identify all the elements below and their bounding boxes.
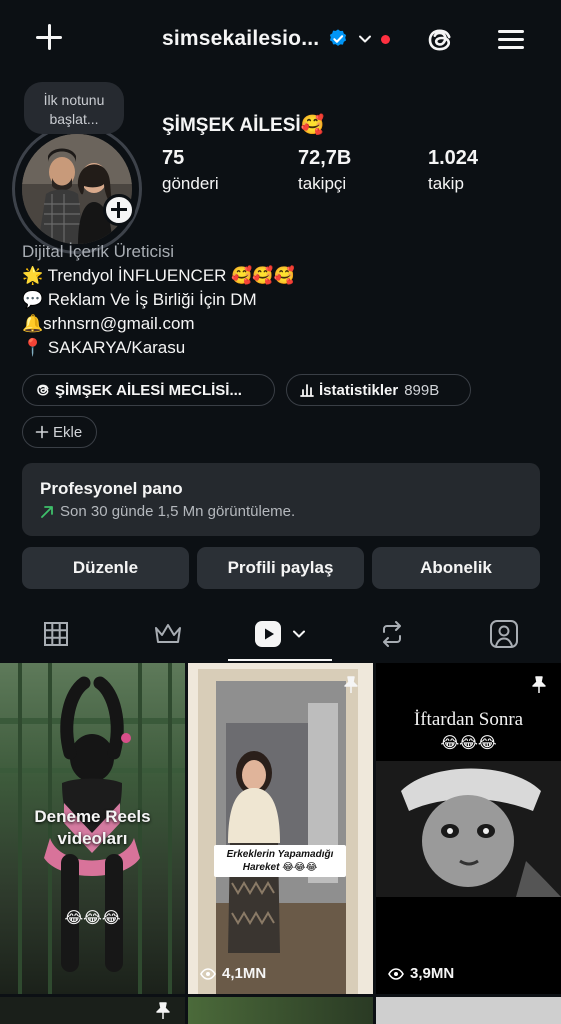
tab-reels[interactable] [224, 606, 336, 662]
note-bubble[interactable]: İlk notunu başlat... [24, 82, 124, 134]
reel-image [188, 663, 373, 994]
reel-thumbnail[interactable]: Erkeklerin Yapamadığı Hareket 😂😂😂 4,1MN [188, 663, 373, 994]
add-label: Ekle [53, 423, 83, 441]
reel-caption: Deneme Reels videoları [34, 807, 151, 848]
tab-reposts[interactable] [336, 606, 448, 662]
threads-link-icon [37, 384, 49, 396]
tab-subscribers[interactable] [112, 606, 224, 662]
stat-label: gönderi [162, 174, 219, 193]
subscription-button[interactable]: Abonelik [372, 547, 540, 589]
pin-icon [156, 1002, 170, 1019]
professional-dashboard[interactable]: Profesyonel pano Son 30 günde 1,5 Mn gör… [22, 463, 540, 536]
stat-value: 1.024 [428, 147, 479, 169]
stat-followers[interactable]: 72,7B takipçi [298, 147, 351, 194]
stat-value: 72,7B [298, 147, 352, 169]
verified-badge-icon [330, 29, 347, 46]
reels-icon [255, 621, 281, 647]
reel-thumbnail[interactable] [376, 997, 561, 1024]
insights-chip[interactable]: İstatistikler 899B [286, 374, 471, 406]
profile-tabs [0, 606, 561, 662]
reel-thumbnail[interactable]: Deneme Reels videoları 😂😂😂 [0, 663, 185, 994]
stat-label: takip [428, 174, 464, 193]
top-bar: simsekailesio... [0, 0, 561, 80]
pro-panel-views: Son 30 günde 1,5 Mn görüntüleme. [60, 503, 296, 520]
crown-icon [155, 624, 181, 643]
chevron-down-icon [359, 35, 372, 43]
reposts-icon [383, 621, 401, 647]
reel-view-count: 3,9MN [410, 965, 455, 982]
stat-label: takipçi [298, 174, 347, 193]
reel-views: 4,1MN [200, 965, 266, 982]
avatar-area: İlk notunu başlat... [12, 82, 147, 254]
plus-small-icon [35, 425, 49, 439]
pin-icon [344, 676, 358, 693]
avatar[interactable] [22, 134, 132, 244]
active-tab-indicator [228, 659, 332, 661]
reel-views: 3,9MN [388, 965, 454, 982]
share-profile-button[interactable]: Profili paylaş [197, 547, 364, 589]
insights-count: 899B [404, 381, 440, 399]
reel-image [376, 761, 561, 897]
username: simsekailesio... [162, 27, 320, 50]
add-chip[interactable]: Ekle [22, 416, 97, 448]
bio-line: 🌟 Trendyol İNFLUENCER 🥰🥰🥰 [22, 266, 295, 285]
threads-link-label: ŞİMŞEK AİLESİ MECLİSİ... [55, 381, 242, 399]
tab-tagged[interactable] [448, 606, 560, 662]
reel-thumbnail[interactable] [188, 997, 373, 1024]
notification-dot [381, 34, 391, 44]
reel-thumbnail[interactable] [0, 997, 185, 1024]
plus-icon[interactable] [34, 22, 66, 54]
reels-grid: Deneme Reels videoları 😂😂😂 Erkeklerin Ya… [0, 663, 561, 1024]
pro-panel-title: Profesyonel pano [40, 479, 183, 498]
grid-icon [44, 622, 68, 646]
eye-icon [388, 967, 404, 980]
tagged-icon [490, 620, 518, 648]
stat-following[interactable]: 1.024 takip [428, 147, 478, 194]
bio-location: 📍 SAKARYA/Karasu [22, 338, 186, 357]
account-switcher[interactable]: simsekailesio... [162, 27, 391, 51]
stat-posts[interactable]: 75 gönderi [162, 147, 219, 194]
reel-caption: İftardan Sonra [413, 709, 524, 730]
threads-icon[interactable] [424, 24, 456, 56]
eye-icon [200, 967, 216, 980]
bio-category: Dijital İçerik Üreticisi [22, 242, 175, 261]
reel-caption: Erkeklerin Yapamadığı Hareket 😂😂😂 [214, 845, 346, 877]
add-story-icon[interactable] [103, 194, 135, 226]
reel-emoji: 😂😂😂 [440, 735, 497, 752]
threads-link-chip[interactable]: ŞİMŞEK AİLESİ MECLİSİ... [22, 374, 275, 406]
reel-emoji: 😂😂😂 [64, 910, 121, 927]
display-name: ŞİMŞEK AİLESİ🥰 [162, 115, 325, 136]
edit-profile-button[interactable]: Düzenle [22, 547, 189, 589]
bio-email[interactable]: 🔔srhnsrn@gmail.com [22, 312, 295, 336]
pro-panel-subtitle: Son 30 günde 1,5 Mn görüntüleme. [40, 503, 522, 520]
menu-icon[interactable] [496, 26, 526, 54]
trend-up-icon [41, 505, 53, 518]
stat-value: 75 [162, 147, 185, 169]
tab-grid[interactable] [0, 606, 112, 662]
bar-chart-icon [300, 384, 314, 397]
chevron-down-icon [293, 630, 305, 638]
insights-label: İstatistikler [319, 381, 399, 399]
reel-view-count: 4,1MN [222, 965, 267, 982]
reel-thumbnail[interactable]: İftardan Sonra 😂😂😂 3,9MN [376, 663, 561, 994]
bio-line: 💬 Reklam Ve İş Birliği İçin DM [22, 290, 257, 309]
bio: Dijital İçerik Üreticisi 🌟 Trendyol İNFL… [22, 240, 295, 360]
pin-icon [532, 676, 546, 693]
